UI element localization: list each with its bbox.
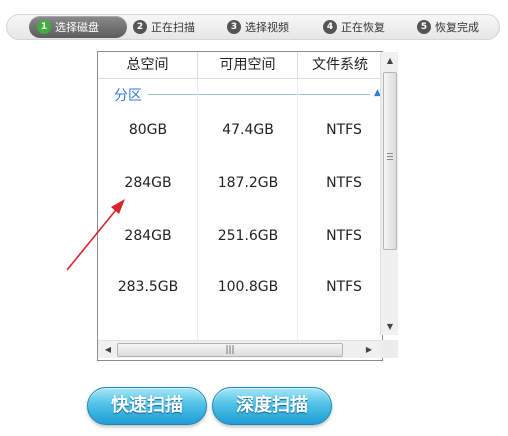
step-5: 5 恢复完成	[417, 17, 479, 37]
column-divider	[297, 79, 298, 343]
cell-total: 80GB	[128, 122, 168, 138]
cell-free: 251.6GB	[217, 228, 279, 244]
group-label-partition[interactable]: 分区	[114, 85, 142, 105]
quick-scan-button[interactable]: 快速扫描	[87, 387, 207, 425]
step-1: 1 选择磁盘	[29, 16, 127, 38]
column-divider	[197, 79, 198, 343]
step-1-label: 选择磁盘	[55, 21, 99, 34]
header-file-system[interactable]: 文件系统	[298, 52, 382, 79]
app-window: 1 选择磁盘 2 正在扫描 3 选择视频 4 正在恢复 5 恢复完成 总空间 可…	[0, 0, 508, 436]
vertical-scroll-thumb[interactable]	[383, 72, 397, 250]
cell-fs: NTFS	[326, 228, 362, 244]
horizontal-scroll-thumb[interactable]: |||	[117, 343, 343, 357]
step-2: 2 正在扫描	[133, 17, 195, 37]
horizontal-scrollbar[interactable]: ◀ ||| ▶	[98, 340, 380, 358]
step-progress-bar: 1 选择磁盘 2 正在扫描 3 选择视频 4 正在恢复 5 恢复完成	[6, 14, 500, 40]
cell-free: 100.8GB	[217, 279, 279, 295]
cell-free: 47.4GB	[222, 122, 274, 138]
step-2-label: 正在扫描	[151, 21, 195, 34]
scroll-up-icon[interactable]: ▲	[381, 54, 399, 68]
step-3: 3 选择视频	[227, 17, 289, 37]
header-free-space[interactable]: 可用空间	[198, 52, 298, 79]
step-4: 4 正在恢复	[323, 17, 385, 37]
step-5-label: 恢复完成	[435, 21, 479, 34]
step-4-number: 4	[323, 20, 337, 34]
cell-total: 284GB	[124, 175, 172, 191]
cell-free: 187.2GB	[217, 175, 279, 191]
cell-total: 284GB	[124, 228, 172, 244]
step-3-label: 选择视频	[245, 21, 289, 34]
header-total-space[interactable]: 总空间	[98, 52, 198, 79]
step-4-label: 正在恢复	[341, 21, 385, 34]
grip-icon	[387, 153, 393, 160]
cell-total: 283.5GB	[117, 279, 179, 295]
step-5-number: 5	[417, 20, 431, 34]
step-3-number: 3	[227, 20, 241, 34]
step-1-number: 1	[37, 20, 51, 34]
vertical-scrollbar[interactable]: ▲ ▼	[380, 52, 398, 335]
group-divider	[148, 94, 370, 95]
disk-list[interactable]: 总空间 可用空间 文件系统 分区 ▲ 80GB 47.4GB NTFS 284G…	[97, 51, 383, 361]
table-header: 总空间 可用空间 文件系统	[98, 52, 382, 79]
scroll-down-icon[interactable]: ▼	[381, 320, 399, 334]
scroll-left-icon[interactable]: ◀	[99, 343, 117, 357]
cell-fs: NTFS	[326, 175, 362, 191]
scroll-right-icon[interactable]: ▶	[360, 343, 378, 357]
cell-fs: NTFS	[326, 122, 362, 138]
scroll-corner	[380, 340, 398, 358]
step-2-number: 2	[133, 20, 147, 34]
cell-fs: NTFS	[326, 279, 362, 295]
deep-scan-button[interactable]: 深度扫描	[212, 387, 332, 425]
